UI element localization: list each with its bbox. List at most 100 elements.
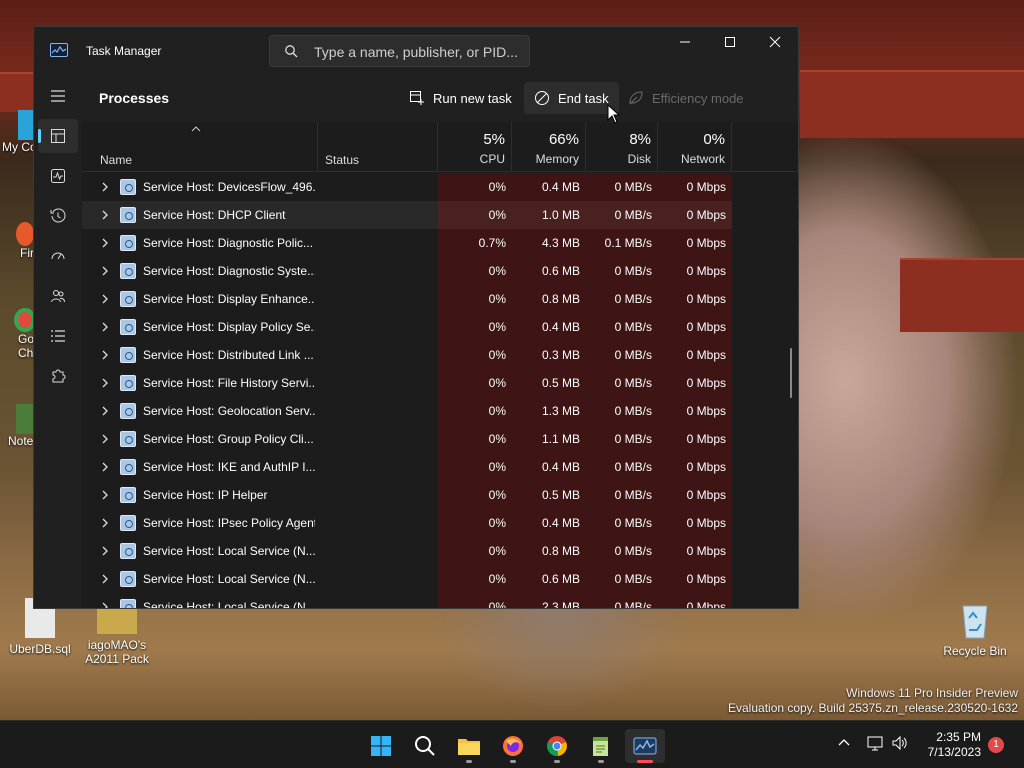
- expand-chevron-icon[interactable]: [100, 349, 110, 361]
- recycle-bin-icon: [957, 600, 993, 640]
- process-row[interactable]: Service Host: Display Policy Se... 0% 0.4 …: [82, 313, 732, 341]
- show-hidden-icons-chevron-up-icon[interactable]: [837, 735, 851, 749]
- process-row[interactable]: Service Host: IPsec Policy Agent 0% 0.4 MB…: [82, 509, 732, 537]
- expand-chevron-icon[interactable]: [100, 517, 110, 529]
- process-row[interactable]: Service Host: IKE and AuthIP I... 0% 0.4 M…: [82, 453, 732, 481]
- scrollbar-thumb[interactable]: [790, 348, 792, 398]
- more-options-button[interactable]: [788, 82, 798, 114]
- disk-total: 8%: [629, 131, 651, 148]
- taskbar-file-explorer[interactable]: [449, 729, 489, 763]
- toolbar: Processes Run new task End task Efficien…: [82, 73, 798, 123]
- desktop-icon-label: Fir: [20, 246, 34, 260]
- process-disk: 0 MB/s: [614, 264, 652, 278]
- nav-processes[interactable]: [38, 119, 78, 153]
- taskbar-clock[interactable]: 2:35 PM 7/13/2023: [928, 730, 981, 760]
- process-memory: 4.3 MB: [541, 236, 580, 250]
- process-row[interactable]: Service Host: Diagnostic Polic... 0.7% 4.3…: [82, 229, 732, 257]
- cpu-column-header[interactable]: 5% CPU: [438, 123, 512, 171]
- memory-column-header[interactable]: 66% Memory: [512, 123, 586, 171]
- process-name: Service Host: File History Servi...: [143, 376, 315, 390]
- process-disk: 0 MB/s: [614, 180, 652, 194]
- process-row[interactable]: Service Host: Geolocation Serv... 0% 1.3 M…: [82, 397, 732, 425]
- process-row[interactable]: Service Host: Local Service (N... 0% 2.3 M…: [82, 593, 732, 609]
- notification-badge[interactable]: 1: [988, 737, 1004, 753]
- process-name: Service Host: IKE and AuthIP I...: [143, 460, 315, 474]
- nav-details[interactable]: [38, 319, 78, 353]
- expand-chevron-icon[interactable]: [100, 573, 110, 585]
- process-row[interactable]: Service Host: Group Policy Cli... 0% 1.1 M…: [82, 425, 732, 453]
- name-column-header[interactable]: Name: [82, 123, 318, 171]
- process-cpu: 0%: [488, 460, 506, 474]
- name-column-label: Name: [100, 153, 133, 167]
- process-name: Service Host: Display Policy Se...: [143, 320, 315, 334]
- search-box[interactable]: [269, 35, 530, 67]
- hamburger-menu-button[interactable]: [38, 79, 78, 113]
- expand-chevron-icon[interactable]: [100, 265, 110, 277]
- expand-chevron-icon[interactable]: [100, 489, 110, 501]
- taskbar-firefox[interactable]: [493, 729, 533, 763]
- nav-performance[interactable]: [38, 159, 78, 193]
- process-cpu: 0%: [488, 432, 506, 446]
- process-network: 0 Mbps: [686, 572, 726, 586]
- process-network: 0 Mbps: [686, 348, 726, 362]
- status-column-header[interactable]: Status: [318, 123, 438, 171]
- process-disk: 0 MB/s: [614, 432, 652, 446]
- running-indicator: [510, 760, 516, 763]
- desktop-icon-recycle-bin[interactable]: Recycle Bin: [935, 600, 1015, 658]
- process-row[interactable]: Service Host: IP Helper 0% 0.5 MB 0 MB/s 0 M…: [82, 481, 732, 509]
- users-icon: [51, 290, 65, 303]
- page-title: Processes: [99, 90, 170, 106]
- expand-chevron-icon[interactable]: [100, 461, 110, 473]
- efficiency-mode-button[interactable]: Efficiency mode: [618, 82, 754, 114]
- expand-chevron-icon[interactable]: [100, 545, 110, 557]
- process-row[interactable]: Service Host: Diagnostic Syste... 0% 0.6 M…: [82, 257, 732, 285]
- taskbar-search[interactable]: [405, 729, 445, 763]
- minimize-button[interactable]: [662, 27, 708, 57]
- startup-speedometer-icon: [51, 252, 65, 260]
- desktop-icon-partial[interactable]: Fir: [2, 222, 34, 260]
- process-row[interactable]: Service Host: Distributed Link ... 0% 0.3 …: [82, 341, 732, 369]
- nav-app-history[interactable]: [38, 199, 78, 233]
- end-task-button[interactable]: End task: [524, 82, 619, 114]
- taskbar-chrome[interactable]: [537, 729, 577, 763]
- taskbar-start[interactable]: [361, 729, 401, 763]
- history-icon: [50, 208, 66, 223]
- expand-chevron-icon[interactable]: [100, 209, 110, 221]
- process-row[interactable]: Service Host: File History Servi... 0% 0.5…: [82, 369, 732, 397]
- process-network: 0 Mbps: [686, 236, 726, 250]
- network-monitor-icon[interactable]: [867, 735, 885, 751]
- process-row[interactable]: Service Host: Local Service (N... 0% 0.8 M…: [82, 537, 732, 565]
- expand-chevron-icon[interactable]: [100, 181, 110, 193]
- maximize-button[interactable]: [707, 27, 753, 57]
- search-input[interactable]: [314, 42, 524, 62]
- expand-chevron-icon[interactable]: [100, 433, 110, 445]
- process-row[interactable]: Service Host: Local Service (N... 0% 0.6 M…: [82, 565, 732, 593]
- process-row[interactable]: Service Host: DevicesFlow_496... 0% 0.4 MB…: [82, 173, 732, 201]
- disk-column-header[interactable]: 8% Disk: [586, 123, 658, 171]
- process-row[interactable]: Service Host: Display Enhance... 0% 0.8 MB…: [82, 285, 732, 313]
- run-new-task-button[interactable]: Run new task: [399, 82, 522, 114]
- nav-services[interactable]: [38, 359, 78, 393]
- expand-chevron-icon[interactable]: [100, 377, 110, 389]
- desktop-icon-partial[interactable]: Note: [2, 404, 36, 448]
- expand-chevron-icon[interactable]: [100, 601, 110, 609]
- network-column-header[interactable]: 0% Network: [658, 123, 732, 171]
- expand-chevron-icon[interactable]: [100, 293, 110, 305]
- service-host-icon: [120, 291, 136, 307]
- nav-startup-apps[interactable]: [38, 239, 78, 273]
- process-name: Service Host: Local Service (N...: [143, 572, 315, 586]
- process-disk: 0.1 MB/s: [604, 236, 652, 250]
- expand-chevron-icon[interactable]: [100, 237, 110, 249]
- taskbar-task-manager[interactable]: [625, 729, 665, 763]
- sort-ascending-icon: [191, 126, 201, 132]
- service-host-icon: [120, 207, 136, 223]
- expand-chevron-icon[interactable]: [100, 405, 110, 417]
- nav-users[interactable]: [38, 279, 78, 313]
- process-memory: 0.4 MB: [541, 460, 580, 474]
- close-button[interactable]: [752, 27, 798, 57]
- taskbar-notepad-plus[interactable]: [581, 729, 621, 763]
- process-row[interactable]: Service Host: DHCP Client 0% 1.0 MB 0 MB/s 0…: [82, 201, 732, 229]
- volume-icon[interactable]: [891, 735, 909, 751]
- expand-chevron-icon[interactable]: [100, 321, 110, 333]
- service-host-icon: [120, 599, 136, 608]
